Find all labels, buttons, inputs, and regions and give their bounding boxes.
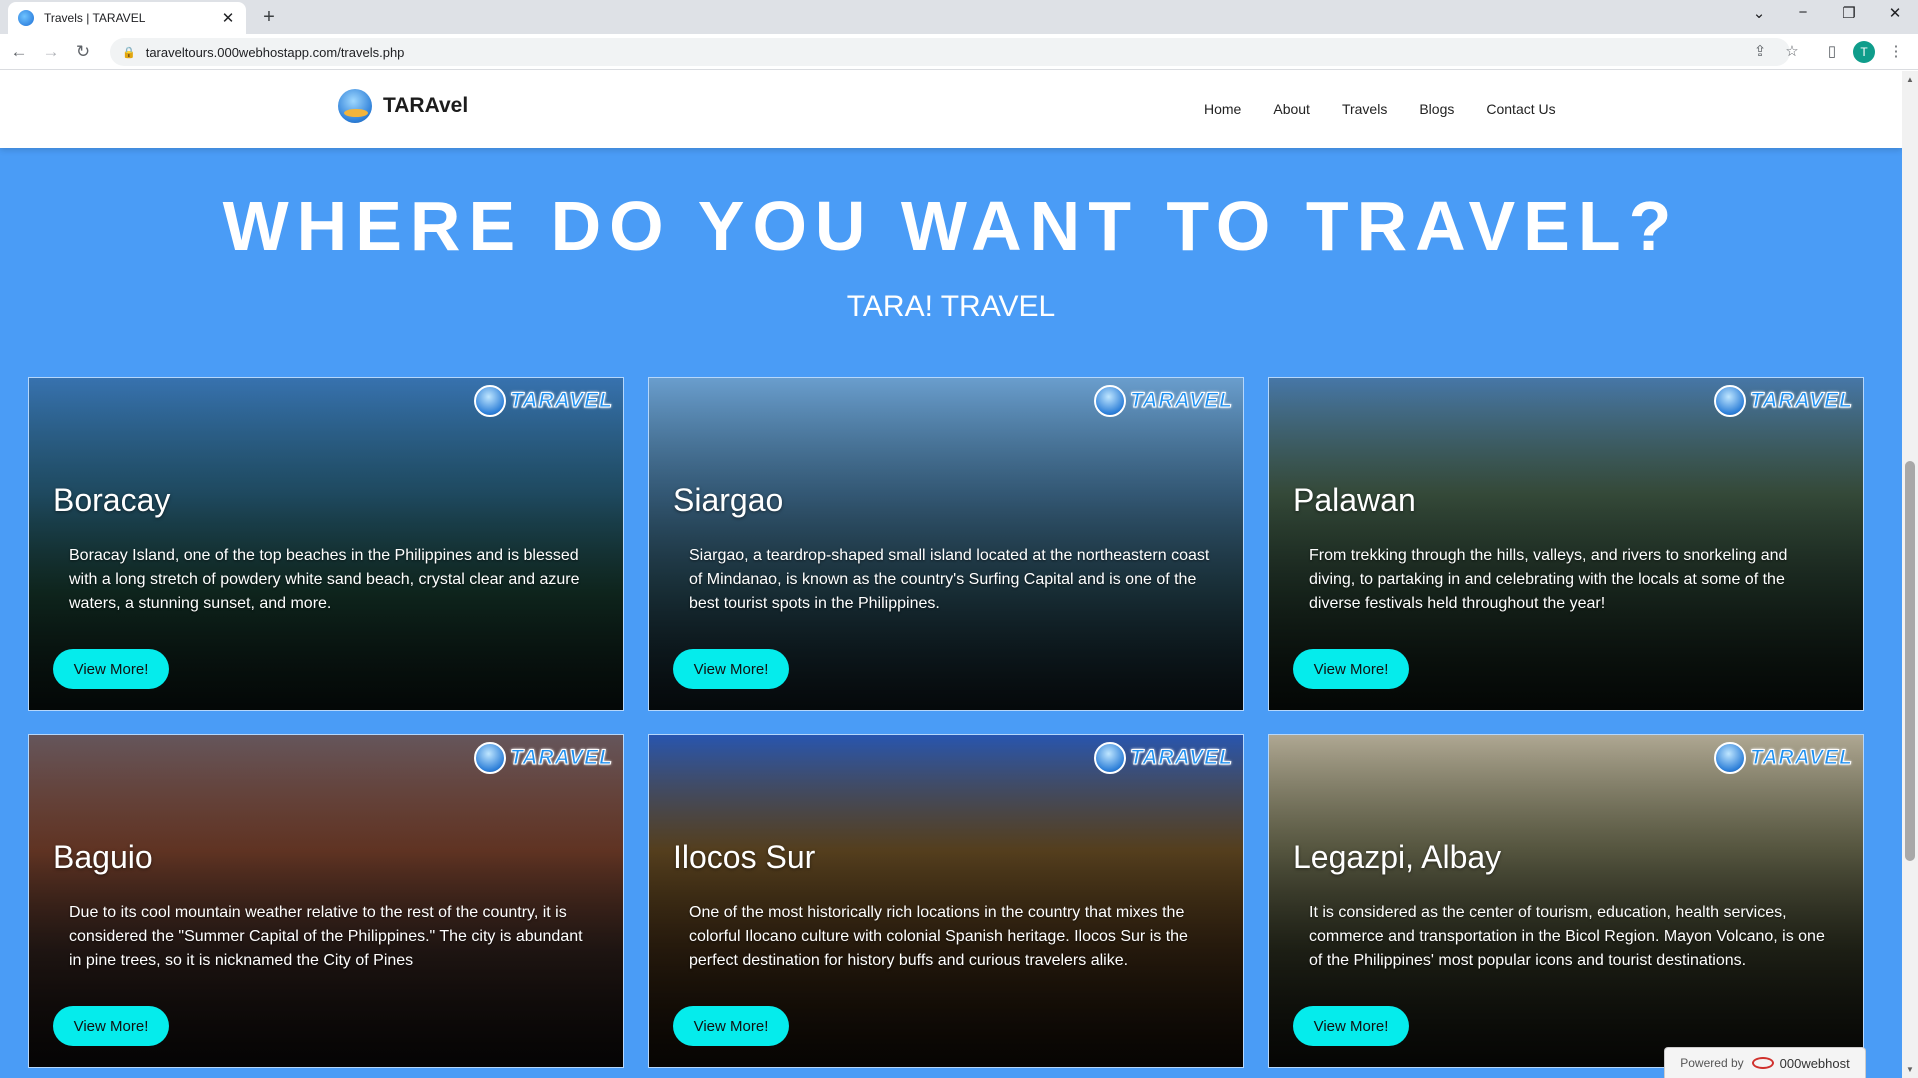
scroll-up-icon[interactable]: ▲ xyxy=(1902,75,1918,84)
share-icon[interactable]: ⇪ xyxy=(1750,42,1770,62)
destination-card: TARAVEL Baguio Due to its cool mountain … xyxy=(28,734,624,1068)
hero-subtitle: TARA! TRAVEL xyxy=(846,290,1056,323)
card-title: Siargao xyxy=(673,482,784,518)
destination-card: TARAVEL Siargao Siargao, a teardrop-shap… xyxy=(648,377,1244,711)
back-icon[interactable]: ← xyxy=(8,41,30,63)
card-title: Legazpi, Albay xyxy=(1293,839,1502,875)
destination-card: TARAVEL Palawan From trekking through th… xyxy=(1268,377,1864,711)
taravel-badge: TARAVEL xyxy=(1713,741,1853,775)
card-description: It is considered as the center of touris… xyxy=(1309,904,1825,969)
taravel-logo-icon xyxy=(1713,742,1746,774)
taravel-badge: TARAVEL xyxy=(1093,741,1233,775)
powered-by-badge[interactable]: Powered by 000webhost xyxy=(1664,1047,1866,1078)
card-description: From trekking through the hills, valleys… xyxy=(1309,547,1788,612)
scroll-down-icon[interactable]: ▼ xyxy=(1902,1065,1918,1074)
powered-by-label: Powered by xyxy=(1680,1056,1744,1070)
view-more-button[interactable]: View More! xyxy=(53,1006,169,1046)
destination-card: TARAVEL Legazpi, Albay It is considered … xyxy=(1268,734,1864,1068)
forward-icon[interactable]: → xyxy=(40,41,62,63)
close-tab-icon[interactable]: ✕ xyxy=(220,9,236,27)
taravel-logo-icon xyxy=(1093,742,1126,774)
view-more-button[interactable]: View More! xyxy=(673,1006,789,1046)
minimize-icon[interactable]: − xyxy=(1788,4,1818,21)
taravel-badge: TARAVEL xyxy=(1093,384,1233,418)
powered-by-name: 000webhost xyxy=(1779,1055,1850,1071)
bookmark-star-icon[interactable]: ☆ xyxy=(1782,42,1802,62)
card-title: Ilocos Sur xyxy=(673,839,816,875)
page-scrollbar[interactable]: ▲ ▼ xyxy=(1902,71,1918,1078)
nav-about[interactable]: About xyxy=(1273,101,1310,117)
tab-bar: Travels | TARAVEL ✕ + ⌄ − ❐ ✕ xyxy=(0,0,1918,34)
taravel-logo-icon xyxy=(1713,385,1746,417)
taravel-badge: TARAVEL xyxy=(1713,384,1853,418)
brand[interactable]: TARAvel xyxy=(338,89,468,123)
taravel-badge: TARAVEL xyxy=(473,741,613,775)
page-viewport: TARAvel Home About Travels Blogs Contact… xyxy=(0,71,1902,1078)
card-description: One of the most historically rich locati… xyxy=(689,904,1188,969)
close-window-icon[interactable]: ✕ xyxy=(1880,4,1910,22)
scrollbar-thumb[interactable] xyxy=(1905,461,1915,861)
restore-icon[interactable]: ❐ xyxy=(1834,4,1864,22)
site-header: TARAvel Home About Travels Blogs Contact… xyxy=(0,71,1902,148)
tab-title: Travels | TARAVEL xyxy=(44,11,146,25)
url-text[interactable]: taraveltours.000webhostapp.com/travels.p… xyxy=(146,45,405,60)
menu-icon[interactable]: ⋮ xyxy=(1886,42,1906,62)
nav-contact[interactable]: Contact Us xyxy=(1486,101,1555,117)
browser-tab[interactable]: Travels | TARAVEL ✕ xyxy=(8,2,246,34)
hero-title: WHERE DO YOU WANT TO TRAVEL? xyxy=(222,187,1680,265)
view-more-button[interactable]: View More! xyxy=(1293,1006,1409,1046)
brand-name: TARAvel xyxy=(383,94,469,117)
browser-chrome: Travels | TARAVEL ✕ + ⌄ − ❐ ✕ ← → ↻ 🔒 ta… xyxy=(0,0,1918,70)
nav-home[interactable]: Home xyxy=(1204,101,1241,117)
card-title: Baguio xyxy=(53,839,153,875)
profile-avatar[interactable]: T xyxy=(1853,41,1875,63)
main-nav: Home About Travels Blogs Contact Us xyxy=(1204,101,1588,117)
taravel-badge: TARAVEL xyxy=(473,384,613,418)
lock-icon[interactable]: 🔒 xyxy=(122,46,136,59)
destination-card: TARAVEL Boracay Boracay Island, one of t… xyxy=(28,377,624,711)
side-panel-icon[interactable]: ▯ xyxy=(1822,42,1842,62)
webhost-logo-icon xyxy=(1751,1057,1774,1069)
reload-icon[interactable]: ↻ xyxy=(72,41,94,63)
taravel-logo-icon xyxy=(1093,385,1126,417)
favicon-icon xyxy=(18,10,34,26)
taravel-logo-icon xyxy=(473,742,506,774)
nav-travels[interactable]: Travels xyxy=(1342,101,1387,117)
logo-icon xyxy=(338,89,372,123)
browser-toolbar: ← → ↻ 🔒 taraveltours.000webhostapp.com/t… xyxy=(0,34,1918,70)
destination-card: TARAVEL Ilocos Sur One of the most histo… xyxy=(648,734,1244,1068)
view-more-button[interactable]: View More! xyxy=(1293,649,1409,689)
new-tab-button[interactable]: + xyxy=(258,6,280,29)
card-title: Palawan xyxy=(1293,482,1416,518)
view-more-button[interactable]: View More! xyxy=(53,649,169,689)
address-bar[interactable]: 🔒 taraveltours.000webhostapp.com/travels… xyxy=(110,38,1790,66)
view-more-button[interactable]: View More! xyxy=(673,649,789,689)
card-description: Boracay Island, one of the top beaches i… xyxy=(69,547,580,612)
taravel-logo-icon xyxy=(473,385,506,417)
card-description: Siargao, a teardrop-shaped small island … xyxy=(689,547,1210,612)
nav-blogs[interactable]: Blogs xyxy=(1419,101,1454,117)
card-description: Due to its cool mountain weather relativ… xyxy=(69,904,583,969)
tab-search-icon[interactable]: ⌄ xyxy=(1744,4,1774,22)
card-title: Boracay xyxy=(53,482,171,518)
